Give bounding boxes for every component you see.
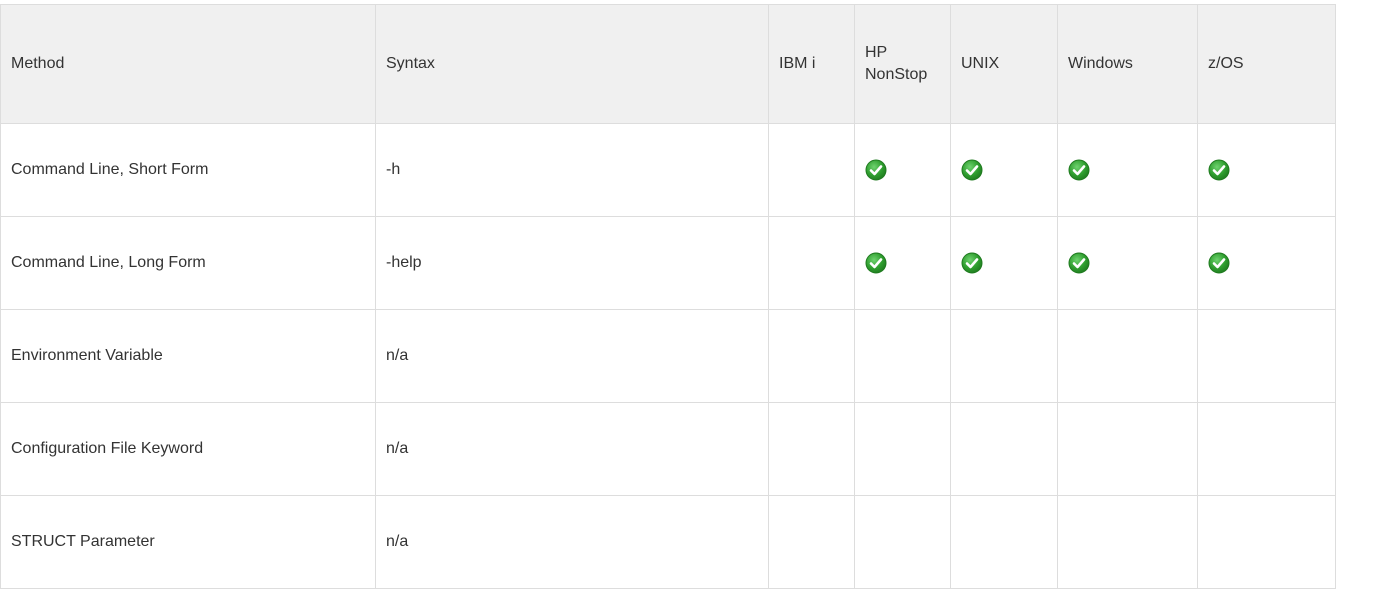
page: Method Syntax IBM i HP NonStop UNIX Wind…	[0, 0, 1382, 611]
check-icon	[961, 159, 983, 181]
cell-ibmi	[768, 402, 855, 496]
cell-windows	[1057, 123, 1198, 217]
cell-method: Configuration File Keyword	[0, 402, 376, 496]
check-icon	[1208, 159, 1230, 181]
cell-method: STRUCT Parameter	[0, 495, 376, 589]
cell-hp-nonstop	[854, 216, 951, 310]
cell-windows	[1057, 216, 1198, 310]
cell-ibmi	[768, 309, 855, 403]
check-icon	[961, 252, 983, 274]
table-row: Configuration File Keyword n/a	[0, 402, 1336, 496]
table-row: Environment Variable n/a	[0, 309, 1336, 403]
cell-zos	[1197, 216, 1336, 310]
cell-ibmi	[768, 123, 855, 217]
cell-unix	[950, 495, 1058, 589]
cell-method: Command Line, Long Form	[0, 216, 376, 310]
cell-unix	[950, 309, 1058, 403]
cell-hp-nonstop	[854, 495, 951, 589]
header-method: Method	[0, 4, 376, 124]
cell-syntax: -h	[375, 123, 769, 217]
header-syntax: Syntax	[375, 4, 769, 124]
cell-hp-nonstop	[854, 402, 951, 496]
table-row: STRUCT Parameter n/a	[0, 495, 1336, 589]
header-row: Method Syntax IBM i HP NonStop UNIX Wind…	[0, 4, 1336, 124]
cell-method: Environment Variable	[0, 309, 376, 403]
cell-syntax: -help	[375, 216, 769, 310]
check-icon	[1068, 159, 1090, 181]
check-icon	[1068, 252, 1090, 274]
header-ibmi: IBM i	[768, 4, 855, 124]
header-hp-nonstop: HP NonStop	[854, 4, 951, 124]
cell-ibmi	[768, 216, 855, 310]
cell-zos	[1197, 309, 1336, 403]
table-row: Command Line, Long Form -help	[0, 216, 1336, 310]
header-zos: z/OS	[1197, 4, 1336, 124]
cell-unix	[950, 216, 1058, 310]
cell-hp-nonstop	[854, 309, 951, 403]
cell-windows	[1057, 402, 1198, 496]
cell-zos	[1197, 402, 1336, 496]
cell-zos	[1197, 123, 1336, 217]
check-icon	[865, 159, 887, 181]
check-icon	[1208, 252, 1230, 274]
cell-unix	[950, 123, 1058, 217]
table-row: Command Line, Short Form -h	[0, 123, 1336, 217]
header-unix: UNIX	[950, 4, 1058, 124]
cell-syntax: n/a	[375, 309, 769, 403]
header-windows: Windows	[1057, 4, 1198, 124]
cell-method: Command Line, Short Form	[0, 123, 376, 217]
cell-hp-nonstop	[854, 123, 951, 217]
cell-windows	[1057, 309, 1198, 403]
options-table: Method Syntax IBM i HP NonStop UNIX Wind…	[0, 4, 1336, 589]
cell-unix	[950, 402, 1058, 496]
cell-zos	[1197, 495, 1336, 589]
cell-windows	[1057, 495, 1198, 589]
check-icon	[865, 252, 887, 274]
cell-ibmi	[768, 495, 855, 589]
cell-syntax: n/a	[375, 402, 769, 496]
cell-syntax: n/a	[375, 495, 769, 589]
